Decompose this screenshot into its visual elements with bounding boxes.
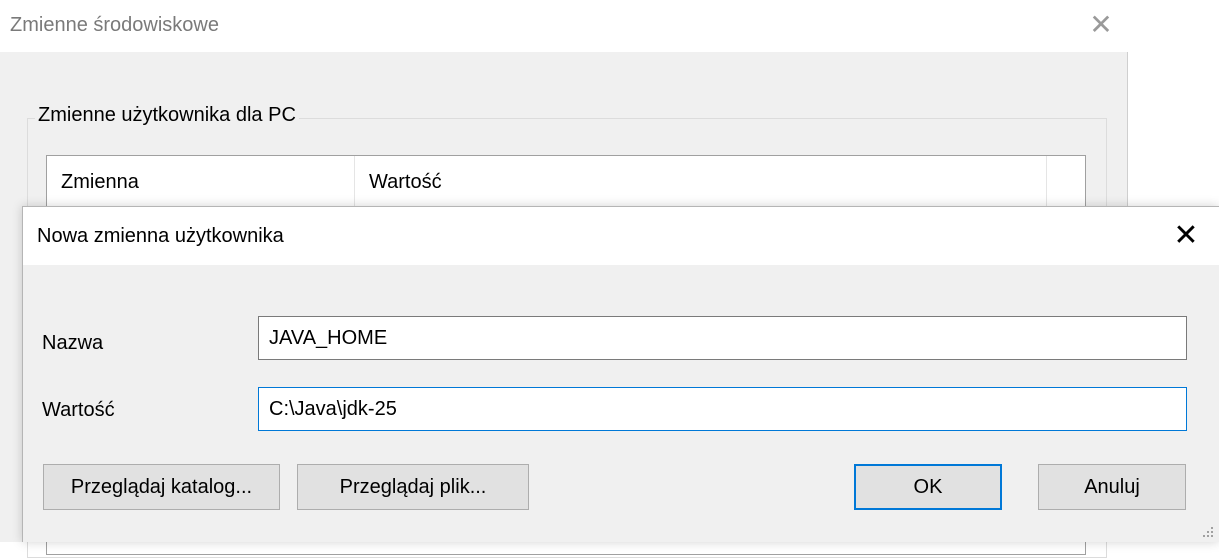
close-icon[interactable]: ✕ — [1166, 216, 1206, 256]
close-icon[interactable]: ✕ — [1082, 6, 1120, 44]
ok-button[interactable]: OK — [854, 464, 1002, 510]
user-variables-group-label: Zmienne użytkownika dla PC — [35, 104, 299, 127]
variable-name-input[interactable] — [258, 316, 1187, 360]
column-header-value[interactable]: Wartość — [355, 156, 1047, 208]
dialog-title: Nowa zmienna użytkownika — [37, 225, 284, 247]
browse-directory-button[interactable]: Przeglądaj katalog... — [43, 464, 280, 510]
variable-name-label: Nazwa — [42, 332, 104, 354]
dialog-titlebar: Nowa zmienna użytkownika ✕ — [23, 207, 1219, 265]
cancel-button[interactable]: Anuluj — [1038, 464, 1186, 510]
browse-file-button[interactable]: Przeglądaj plik... — [297, 464, 529, 510]
user-variables-list-header: Zmienna Wartość — [47, 156, 1085, 208]
new-user-variable-dialog: Nowa zmienna użytkownika ✕ Nazwa Wartość… — [22, 206, 1219, 542]
variable-value-input[interactable] — [258, 387, 1187, 431]
environment-variables-titlebar: Zmienne środowiskowe ✕ — [0, 0, 1128, 52]
environment-variables-title: Zmienne środowiskowe — [10, 14, 219, 36]
variable-value-label: Wartość — [42, 399, 115, 421]
resize-grip-icon[interactable] — [1201, 525, 1215, 539]
column-header-variable[interactable]: Zmienna — [47, 156, 355, 208]
